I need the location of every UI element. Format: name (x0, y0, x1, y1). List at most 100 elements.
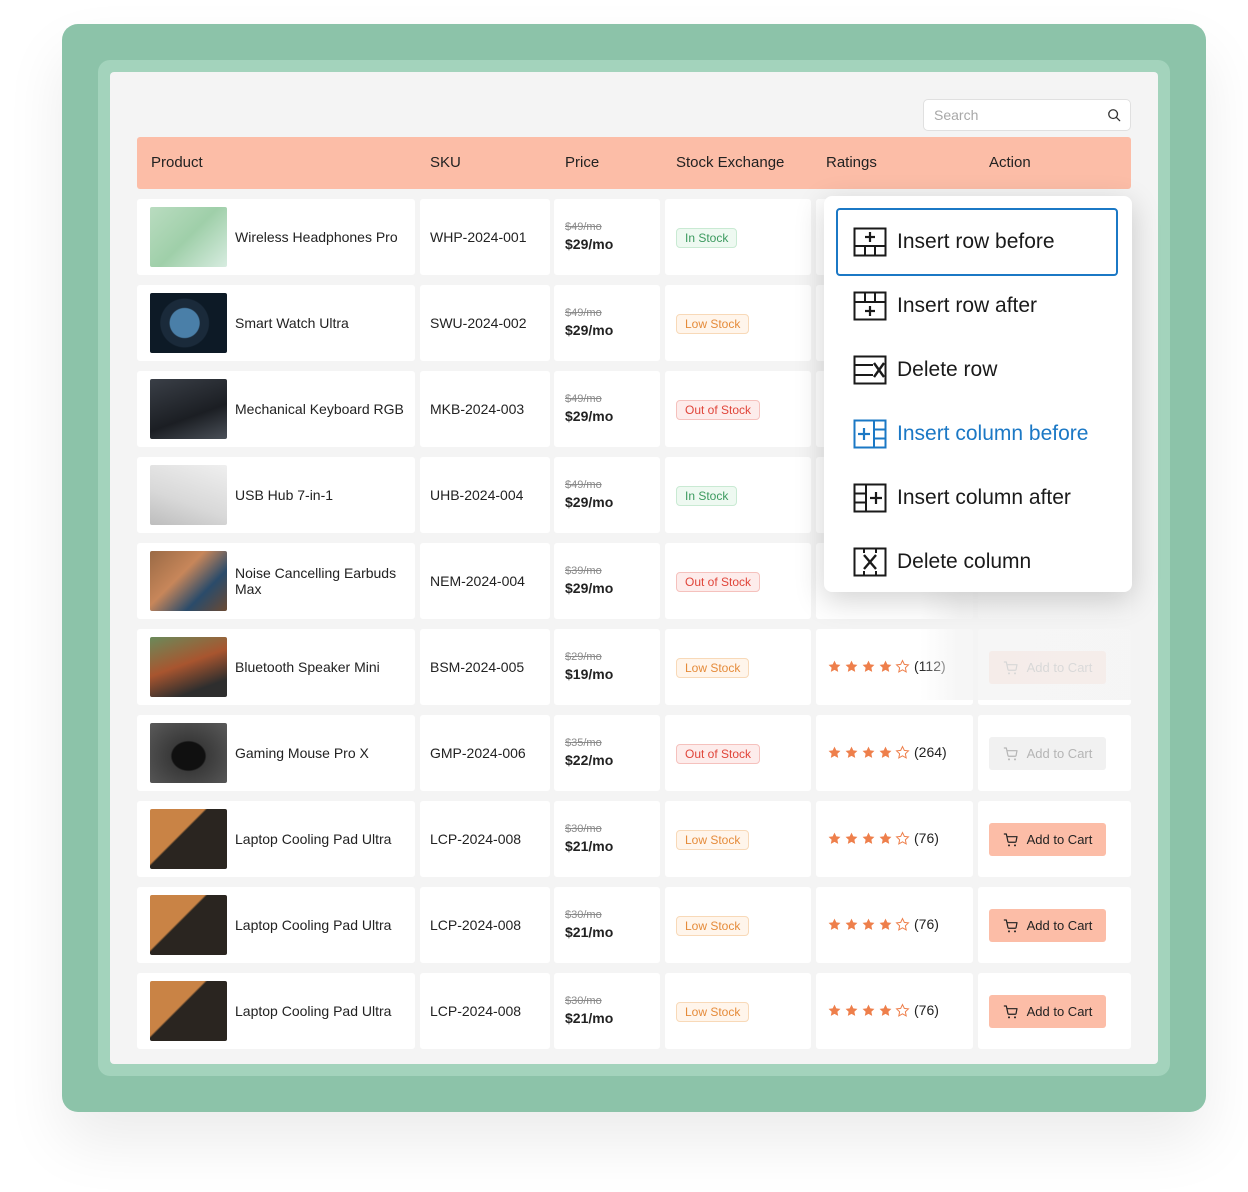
header-ratings[interactable]: Ratings (826, 154, 877, 171)
table-row[interactable]: Laptop Cooling Pad Ultra LCP-2024-008 $30/… (137, 973, 1131, 1049)
rating-cell[interactable]: (76) (816, 973, 973, 1049)
header-product[interactable]: Product (151, 154, 203, 171)
product-cell[interactable]: Smart Watch Ultra (137, 285, 415, 361)
product-cell[interactable]: Gaming Mouse Pro X (137, 715, 415, 791)
product-cell[interactable]: Laptop Cooling Pad Ultra (137, 801, 415, 877)
price-cell[interactable]: $49/mo $29/mo (554, 457, 660, 533)
sku-cell[interactable]: SWU-2024-002 (420, 285, 550, 361)
rating-stars: (76) (827, 916, 939, 932)
header-stock[interactable]: Stock Exchange (676, 154, 784, 171)
menu-item-insert-column-before[interactable]: Insert column before (836, 400, 1118, 468)
product-cell[interactable]: Laptop Cooling Pad Ultra (137, 973, 415, 1049)
star-filled-icon (845, 832, 858, 844)
price-cell[interactable]: $49/mo $29/mo (554, 285, 660, 361)
header-action[interactable]: Action (989, 154, 1031, 171)
price-cell[interactable]: $49/mo $29/mo (554, 371, 660, 447)
rating-cell[interactable]: (76) (816, 801, 973, 877)
sale-price: $19/mo (565, 666, 614, 682)
price-cell[interactable]: $30/mo $21/mo (554, 973, 660, 1049)
action-cell[interactable]: Add to Cart (978, 801, 1131, 877)
menu-item-insert-row-after[interactable]: Insert row after (836, 272, 1118, 340)
menu-item-delete-row[interactable]: Delete row (836, 336, 1118, 404)
product-name: Mechanical Keyboard RGB (235, 401, 404, 417)
star-filled-icon (862, 660, 875, 672)
sku-value: NEM-2024-004 (430, 573, 525, 589)
menu-item-insert-column-after[interactable]: Insert column after (836, 464, 1118, 532)
original-price: $49/mo (565, 393, 602, 405)
table-row[interactable]: Gaming Mouse Pro X GMP-2024-006 $35/mo $22/… (137, 715, 1131, 791)
original-price: $35/mo (565, 737, 602, 749)
product-name: Smart Watch Ultra (235, 315, 349, 331)
rating-stars: (76) (827, 1002, 939, 1018)
product-cell[interactable]: Wireless Headphones Pro (137, 199, 415, 275)
sku-cell[interactable]: UHB-2024-004 (420, 457, 550, 533)
price-cell[interactable]: $35/mo $22/mo (554, 715, 660, 791)
star-filled-icon (879, 832, 892, 844)
product-image (150, 379, 227, 439)
product-cell[interactable]: Mechanical Keyboard RGB (137, 371, 415, 447)
menu-label: Insert column before (897, 422, 1089, 445)
add-to-cart-button[interactable]: Add to Cart (989, 823, 1106, 856)
header-price[interactable]: Price (565, 154, 599, 171)
star-empty-icon (895, 916, 910, 931)
sku-value: UHB-2024-004 (430, 487, 524, 503)
sale-price: $29/mo (565, 494, 614, 510)
stock-cell[interactable]: In Stock (665, 199, 811, 275)
menu-item-insert-row-before[interactable]: Insert row before (836, 208, 1118, 276)
sku-cell[interactable]: WHP-2024-001 (420, 199, 550, 275)
action-cell[interactable]: Add to Cart (978, 973, 1131, 1049)
stock-cell[interactable]: Out of Stock (665, 371, 811, 447)
sku-cell[interactable]: NEM-2024-004 (420, 543, 550, 619)
price-cell[interactable]: $30/mo $21/mo (554, 801, 660, 877)
product-cell[interactable]: USB Hub 7-in-1 (137, 457, 415, 533)
star-filled-icon (828, 1004, 841, 1016)
original-price: $30/mo (565, 995, 602, 1007)
sku-cell[interactable]: GMP-2024-006 (420, 715, 550, 791)
search-input[interactable] (934, 107, 1094, 123)
menu-label: Insert column after (897, 486, 1071, 509)
price-cell[interactable]: $29/mo $19/mo (554, 629, 660, 705)
header-sku[interactable]: SKU (430, 154, 461, 171)
table-row[interactable]: Laptop Cooling Pad Ultra LCP-2024-008 $30/… (137, 801, 1131, 877)
price-cell[interactable]: $30/mo $21/mo (554, 887, 660, 963)
product-cell[interactable]: Bluetooth Speaker Mini (137, 629, 415, 705)
rating-cell[interactable]: (76) (816, 887, 973, 963)
cart-icon (1003, 746, 1018, 760)
search-icon[interactable] (1107, 108, 1121, 122)
rating-cell[interactable]: (264) (816, 715, 973, 791)
star-filled-icon (862, 832, 875, 844)
table-row[interactable]: Laptop Cooling Pad Ultra LCP-2024-008 $30/… (137, 887, 1131, 963)
stock-badge: Low Stock (676, 916, 750, 936)
stock-cell[interactable]: Low Stock (665, 285, 811, 361)
product-cell[interactable]: Noise Cancelling Earbuds Max (137, 543, 415, 619)
sku-value: LCP-2024-008 (430, 831, 522, 847)
sku-cell[interactable]: LCP-2024-008 (420, 801, 550, 877)
add-to-cart-label: Add to Cart (1026, 1004, 1093, 1019)
stock-cell[interactable]: Out of Stock (665, 715, 811, 791)
add-to-cart-button[interactable]: Add to Cart (989, 995, 1106, 1028)
menu-item-delete-column[interactable]: Delete column (836, 528, 1118, 596)
stock-cell[interactable]: In Stock (665, 457, 811, 533)
price-cell[interactable]: $49/mo $29/mo (554, 199, 660, 275)
search-box[interactable] (923, 99, 1131, 131)
sku-cell[interactable]: MKB-2024-003 (420, 371, 550, 447)
action-cell[interactable]: Add to Cart (978, 715, 1131, 791)
table-header: Product SKU Price Stock Exchange Ratings… (137, 137, 1131, 189)
product-name: Laptop Cooling Pad Ultra (235, 917, 392, 933)
product-image (150, 293, 227, 353)
stock-cell[interactable]: Low Stock (665, 629, 811, 705)
stock-cell[interactable]: Low Stock (665, 801, 811, 877)
sku-cell[interactable]: BSM-2024-005 (420, 629, 550, 705)
sku-cell[interactable]: LCP-2024-008 (420, 973, 550, 1049)
rating-stars: (264) (827, 744, 947, 760)
stock-cell[interactable]: Low Stock (665, 887, 811, 963)
price-cell[interactable]: $39/mo $29/mo (554, 543, 660, 619)
product-cell[interactable]: Laptop Cooling Pad Ultra (137, 887, 415, 963)
add-to-cart-button[interactable]: Add to Cart (989, 737, 1106, 770)
stock-cell[interactable]: Low Stock (665, 973, 811, 1049)
sku-cell[interactable]: LCP-2024-008 (420, 887, 550, 963)
sku-value: LCP-2024-008 (430, 1003, 522, 1019)
action-cell[interactable]: Add to Cart (978, 887, 1131, 963)
stock-cell[interactable]: Out of Stock (665, 543, 811, 619)
add-to-cart-button[interactable]: Add to Cart (989, 909, 1106, 942)
